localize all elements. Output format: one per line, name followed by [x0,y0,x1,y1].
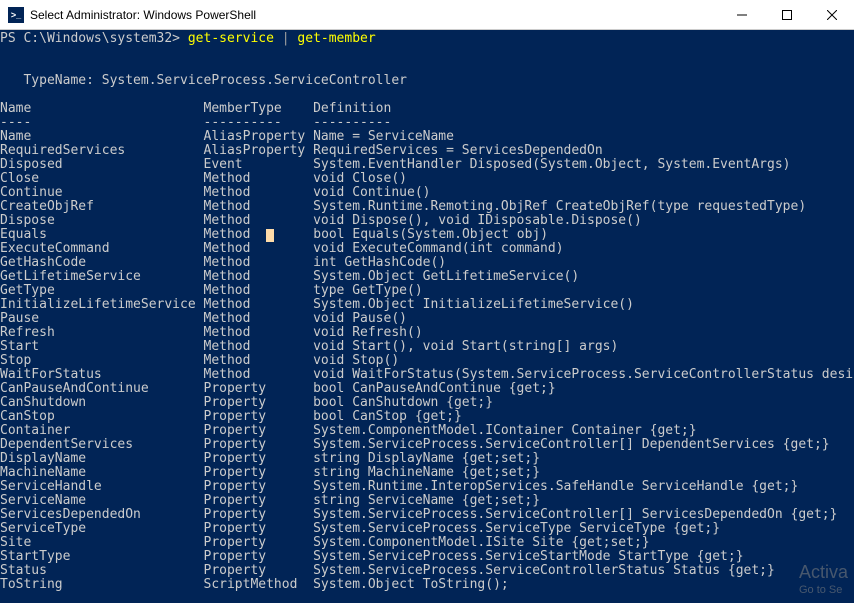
terminal-output[interactable]: PS C:\Windows\system32> get-service | ge… [0,30,854,603]
maximize-button[interactable] [764,0,809,30]
powershell-icon: >_ [8,7,24,23]
minimize-button[interactable] [719,0,764,30]
window-controls [719,0,854,30]
window-title: Select Administrator: Windows PowerShell [30,8,719,22]
window-titlebar: >_ Select Administrator: Windows PowerSh… [0,0,854,30]
close-button[interactable] [809,0,854,30]
